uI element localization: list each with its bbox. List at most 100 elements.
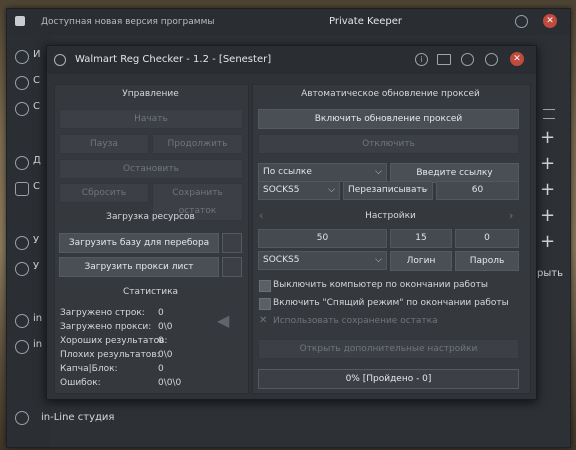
- sidebar-letter-9: in: [33, 339, 43, 350]
- stat-label-errors: Ошибок:: [60, 378, 101, 388]
- load-base-button[interactable]: Загрузить базу для перебора: [59, 233, 219, 253]
- back-window-title: Private Keeper: [329, 16, 403, 27]
- load-proxy-button[interactable]: Загрузить прокси лист: [59, 257, 219, 277]
- shutdown-label: Выключить компьютер по окончании работы: [273, 280, 488, 290]
- chevron-right-icon[interactable]: ›: [509, 209, 513, 222]
- back-sidebar: И С С Д С У У in in: [7, 35, 51, 447]
- compass-icon[interactable]: [15, 314, 29, 328]
- proxy-source-value: По ссылке: [263, 167, 312, 177]
- settings-icon[interactable]: [15, 102, 29, 116]
- retries-input[interactable]: 0: [455, 229, 519, 248]
- settings-header: Настройки: [365, 211, 416, 221]
- add-button-5[interactable]: +: [540, 233, 555, 251]
- close-icon[interactable]: ✕: [543, 14, 557, 28]
- add-button-2[interactable]: +: [540, 155, 555, 173]
- resources-header: Загрузка ресурсов: [106, 212, 195, 222]
- password-button[interactable]: Пароль: [455, 251, 519, 271]
- stat-value-errors: 0\0\0: [158, 378, 182, 388]
- dialog-title-bar: Walmart Reg Checker - 1.2 - [Senester] i…: [47, 46, 536, 74]
- pause-button[interactable]: Пауза: [59, 134, 149, 154]
- sidebar-letter-4: Д: [33, 155, 41, 166]
- sleep-checkbox[interactable]: [259, 298, 271, 310]
- app-logo-icon: [15, 16, 25, 26]
- user-card-icon-2[interactable]: [15, 262, 29, 276]
- login-button[interactable]: Логин: [390, 251, 452, 271]
- settings-proxy-type-select[interactable]: SOCKS5 ⌵: [258, 251, 387, 270]
- stats-header: Статистика: [122, 287, 179, 297]
- stat-label-proxies: Загружено прокси:: [60, 322, 152, 332]
- save-rest-checkbox-x-icon[interactable]: ✕: [259, 315, 267, 326]
- stat-value-bad: 0\0: [158, 350, 173, 360]
- refresh-icon[interactable]: [15, 156, 29, 170]
- proxy-update-header: Автоматическое обновление проксей: [301, 89, 480, 99]
- chevron-down-icon: ⌵: [328, 185, 335, 195]
- chevron-down-icon: ⌵: [375, 255, 382, 265]
- load-base-folder-icon[interactable]: [222, 233, 242, 253]
- update-interval-input[interactable]: 60: [436, 181, 519, 200]
- open-label-partial[interactable]: рыть: [537, 268, 563, 279]
- footer-studio-label[interactable]: in-Line студия: [41, 412, 114, 423]
- shutdown-checkbox[interactable]: [259, 280, 271, 292]
- start-button[interactable]: Начать: [59, 109, 243, 129]
- sidebar-letter-6: У: [33, 235, 40, 246]
- stat-label-captcha: Капча|Блок:: [60, 364, 118, 374]
- sidebar-letter-3: С: [33, 101, 40, 112]
- sidebar-letter-1: И: [33, 49, 41, 60]
- advanced-settings-button[interactable]: Открыть дополнительные настройки: [258, 339, 519, 359]
- proxy-source-select[interactable]: По ссылке ⌵: [258, 163, 387, 182]
- enable-proxy-update-button[interactable]: Включить обновление проксей: [258, 109, 519, 129]
- stat-label-good: Хороших результатов:: [60, 336, 168, 346]
- update-notice-link[interactable]: Доступная новая версия программы: [41, 17, 214, 27]
- user-card-icon[interactable]: [15, 236, 29, 250]
- stop-button[interactable]: Остановить: [59, 159, 243, 179]
- add-button-4[interactable]: +: [540, 207, 555, 225]
- gear-icon[interactable]: [15, 76, 29, 90]
- progress-bar: 0% [Пройдено - 0]: [258, 369, 519, 389]
- settings-cog-icon[interactable]: [485, 53, 498, 66]
- add-button-1[interactable]: +: [540, 129, 555, 147]
- sidebar-letter-2: С: [33, 75, 40, 86]
- studio-icon[interactable]: [15, 411, 29, 425]
- threads-input[interactable]: 50: [258, 229, 387, 248]
- proxy-mode-value: Перезаписывать: [348, 185, 428, 195]
- stat-label-lines: Загружено строк:: [60, 308, 145, 318]
- stat-value-captcha: 0: [158, 364, 164, 374]
- cloud-icon[interactable]: [15, 182, 29, 196]
- stat-value-lines: 0: [158, 308, 164, 318]
- help-icon[interactable]: [461, 53, 474, 66]
- stat-value-proxies: 0\0: [158, 322, 173, 332]
- folder-icon[interactable]: [437, 54, 451, 65]
- reset-button[interactable]: Сбросить: [59, 183, 149, 203]
- user-icon[interactable]: [15, 50, 29, 64]
- dialog-title: Walmart Reg Checker - 1.2 - [Senester]: [75, 54, 272, 65]
- stat-value-good: 0: [158, 336, 164, 346]
- timeout-input[interactable]: 15: [390, 229, 452, 248]
- proxy-mode-select[interactable]: Перезаписывать ⌵: [343, 181, 433, 200]
- settings-proxy-type-value: SOCKS5: [263, 255, 300, 265]
- sidebar-letter-8: in: [33, 313, 43, 324]
- sidebar-letter-5: С: [33, 181, 40, 192]
- sleep-label: Включить "Спящий режим" по окончании раб…: [273, 298, 509, 308]
- management-header: Управление: [122, 89, 179, 99]
- save-rest-label: Использовать сохранение остатка: [273, 316, 438, 326]
- compass-icon-2[interactable]: [15, 340, 29, 354]
- enter-link-button[interactable]: Введите ссылку: [390, 163, 519, 183]
- globe-icon[interactable]: [515, 15, 528, 28]
- list-view-icon[interactable]: [543, 109, 555, 119]
- sidebar-letter-7: У: [33, 261, 40, 272]
- checker-dialog: Walmart Reg Checker - 1.2 - [Senester] i…: [46, 45, 537, 400]
- add-button-3[interactable]: +: [540, 181, 555, 199]
- progress-text: 0% [Пройдено - 0]: [345, 374, 432, 384]
- info-icon[interactable]: i: [415, 53, 428, 66]
- speaker-muted-icon[interactable]: ◀: [217, 313, 233, 329]
- dialog-close-icon[interactable]: ✕: [510, 52, 524, 66]
- proxy-type-value: SOCKS5: [263, 185, 300, 195]
- resume-button[interactable]: Продолжить: [152, 134, 243, 154]
- load-proxy-folder-icon[interactable]: [222, 257, 242, 277]
- disable-proxy-update-button[interactable]: Отключить: [258, 134, 519, 154]
- stat-label-bad: Плохих результатов:: [60, 350, 160, 360]
- chevron-down-icon: ⌵: [375, 167, 382, 177]
- proxy-type-select[interactable]: SOCKS5 ⌵: [258, 181, 340, 200]
- chevron-down-icon: ⌵: [421, 185, 428, 195]
- back-title-bar: Доступная новая версия программы Private…: [7, 9, 570, 35]
